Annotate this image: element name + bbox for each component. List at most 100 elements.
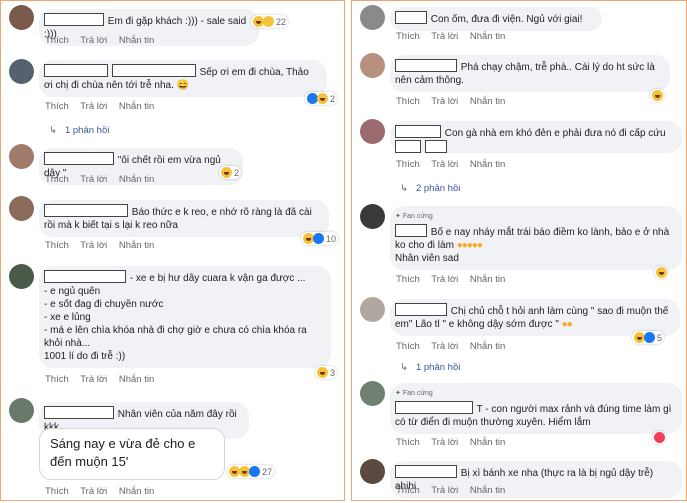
right-panel: Con ốm, đưa đi viện. Ngủ với giai! Thích… <box>351 0 687 501</box>
avatar[interactable] <box>360 119 385 144</box>
like-link[interactable]: Thích <box>45 486 69 497</box>
comment-actions: Thích Trả lời Nhắn tin <box>396 341 514 352</box>
message-link[interactable]: Nhắn tin <box>470 31 505 42</box>
redacted-name[interactable] <box>395 224 427 237</box>
avatar[interactable] <box>9 398 34 423</box>
comment-actions: Thích Trả lời Nhắn tin <box>45 35 163 46</box>
redacted-name[interactable] <box>395 303 447 316</box>
redacted-name[interactable] <box>395 140 421 153</box>
message-link[interactable]: Nhắn tin <box>470 341 505 352</box>
comment-bubble: Phá chạy chậm, trễ phà.. Cái lý do ht sứ… <box>390 55 670 92</box>
redacted-name[interactable] <box>44 152 114 165</box>
comment-line: Nhân viên sad <box>395 253 459 264</box>
message-link[interactable]: Nhắn tin <box>470 159 505 170</box>
view-replies-link[interactable]: ↳ 1 phản hồi <box>400 362 460 373</box>
redacted-name[interactable] <box>395 11 427 24</box>
reply-link[interactable]: Trả lời <box>431 274 458 285</box>
reply-link[interactable]: Trả lời <box>80 240 107 251</box>
reaction-count: 22 <box>276 16 287 27</box>
like-link[interactable]: Thích <box>396 159 420 170</box>
like-link[interactable]: Thích <box>45 101 69 112</box>
redacted-name[interactable] <box>44 64 108 77</box>
reply-link[interactable]: Trả lời <box>80 35 107 46</box>
redacted-name[interactable] <box>395 125 441 138</box>
reply-link[interactable]: Trả lời <box>431 341 458 352</box>
message-link[interactable]: Nhắn tin <box>470 96 505 107</box>
reaction-badge[interactable] <box>650 89 664 102</box>
avatar[interactable] <box>360 53 385 78</box>
like-icon <box>313 233 324 244</box>
avatar[interactable] <box>9 264 34 289</box>
like-link[interactable]: Thích <box>45 374 69 385</box>
comment-actions: Thích Trả lời Nhắn tin <box>396 274 514 285</box>
like-link[interactable]: Thích <box>396 437 420 448</box>
view-replies-link[interactable]: ↳ 1 phản hồi <box>49 125 109 136</box>
comment-actions: Thích Trả lời Nhắn tin <box>396 485 514 496</box>
view-replies-link[interactable]: ↳ 2 phản hồi <box>400 183 460 194</box>
like-link[interactable]: Thích <box>396 96 420 107</box>
redacted-name[interactable] <box>44 13 104 26</box>
reply-link[interactable]: Trả lời <box>80 101 107 112</box>
reaction-badge[interactable]: 5 <box>632 331 665 344</box>
like-link[interactable]: Thích <box>45 240 69 251</box>
reply-link[interactable]: Trả lời <box>80 374 107 385</box>
redacted-name[interactable] <box>395 465 457 478</box>
avatar[interactable] <box>360 204 385 229</box>
fan-badge: Fan cứng <box>395 387 672 400</box>
message-link[interactable]: Nhắn tin <box>119 374 154 385</box>
message-link[interactable]: Nhắn tin <box>470 437 505 448</box>
reaction-badge[interactable]: 2 <box>219 166 242 179</box>
avatar[interactable] <box>360 5 385 30</box>
like-link[interactable]: Thích <box>396 31 420 42</box>
like-link[interactable]: Thích <box>396 341 420 352</box>
redacted-name[interactable] <box>44 270 126 283</box>
reply-link[interactable]: Trả lời <box>431 437 458 448</box>
reaction-count: 2 <box>234 167 240 178</box>
reaction-badge[interactable]: 10 <box>301 232 339 245</box>
like-link[interactable]: Thích <box>396 485 420 496</box>
reply-link[interactable]: Trả lời <box>431 159 458 170</box>
reply-link[interactable]: Trả lời <box>431 485 458 496</box>
message-link[interactable]: Nhắn tin <box>470 274 505 285</box>
reply-link[interactable]: Trả lời <box>431 96 458 107</box>
redacted-name[interactable] <box>111 64 196 77</box>
avatar[interactable] <box>360 381 385 406</box>
like-link[interactable]: Thích <box>45 35 69 46</box>
avatar[interactable] <box>360 459 385 484</box>
reaction-count: 5 <box>657 332 663 343</box>
avatar[interactable] <box>9 5 34 30</box>
avatar[interactable] <box>9 59 34 84</box>
reaction-count: 10 <box>326 233 337 244</box>
reaction-badge[interactable]: 22 <box>251 15 289 28</box>
message-link[interactable]: Nhắn tin <box>470 485 505 496</box>
left-panel: Em đi gặp khách :))) - sale said :))) 22… <box>0 0 345 501</box>
message-link[interactable]: Nhắn tin <box>119 101 154 112</box>
reaction-badge[interactable]: 3 <box>315 366 338 379</box>
message-link[interactable]: Nhắn tin <box>119 35 154 46</box>
redacted-name[interactable] <box>44 406 114 419</box>
avatar[interactable] <box>9 196 34 221</box>
avatar[interactable] <box>360 297 385 322</box>
redacted-name[interactable] <box>424 140 447 153</box>
haha-icon <box>221 167 232 178</box>
reply-link[interactable]: Trả lời <box>80 174 107 185</box>
message-link[interactable]: Nhắn tin <box>119 240 154 251</box>
redacted-name[interactable] <box>395 59 457 72</box>
message-link[interactable]: Nhắn tin <box>119 486 154 497</box>
reaction-badge[interactable] <box>654 266 668 279</box>
comment-text: Bố e nay nháy mắt trái báo điềm ko lành,… <box>395 227 670 251</box>
redacted-name[interactable] <box>44 204 128 217</box>
reaction-badge[interactable] <box>652 431 666 444</box>
reaction-count: 2 <box>330 93 336 104</box>
haha-icon <box>652 90 663 101</box>
reply-link[interactable]: Trả lời <box>431 31 458 42</box>
comment-bubble: Con gà nhà em khó đẻn e phải đưa nó đi c… <box>390 121 682 153</box>
redacted-name[interactable] <box>395 401 473 414</box>
reaction-badge[interactable]: 27 <box>227 465 275 478</box>
like-link[interactable]: Thích <box>45 174 69 185</box>
reply-link[interactable]: Trả lời <box>80 486 107 497</box>
message-link[interactable]: Nhắn tin <box>119 174 154 185</box>
avatar[interactable] <box>9 144 34 169</box>
reaction-badge[interactable]: 2 <box>305 92 338 105</box>
like-link[interactable]: Thích <box>396 274 420 285</box>
